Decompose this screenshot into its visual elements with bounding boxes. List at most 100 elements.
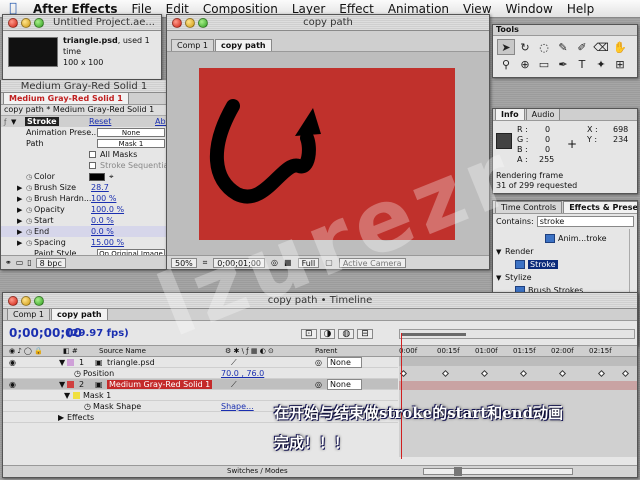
composition-titlebar[interactable]: copy path xyxy=(167,15,489,31)
close-button[interactable] xyxy=(8,295,18,306)
source-name-header[interactable]: Source Name xyxy=(99,347,146,355)
tab-copy-path[interactable]: copy path xyxy=(214,39,272,51)
stopwatch-icon[interactable]: ◷ xyxy=(26,173,32,181)
eye-icon[interactable]: ◉ xyxy=(9,380,16,389)
graph-editor-icon[interactable]: ⊟ xyxy=(357,329,373,339)
snapshot-icon[interactable]: ◎ xyxy=(271,258,278,267)
disclosure-triangle-icon[interactable]: ▼ xyxy=(11,118,16,126)
property-row[interactable]: ◷ Position 70.0 , 76.0 xyxy=(3,368,398,379)
expand-triangle-icon[interactable]: ▶ xyxy=(17,239,22,247)
param-checkbox[interactable] xyxy=(89,151,96,158)
param-value[interactable]: 100 % xyxy=(91,194,116,203)
fx-switch-icon[interactable]: ƒ xyxy=(4,118,6,126)
brush-tool-icon[interactable]: ✎ xyxy=(554,39,572,55)
param-value[interactable]: 0.0 % xyxy=(91,227,114,236)
bpc-button[interactable]: 8 bpc xyxy=(35,257,66,268)
expand-triangle-icon[interactable]: ▶ xyxy=(17,184,22,192)
disclosure-triangle-icon[interactable]: ▼ xyxy=(59,380,65,389)
effect-controls-titlebar[interactable]: Medium Gray-Red Solid 1 xyxy=(1,80,167,93)
axis-mode-icon[interactable]: ⊞ xyxy=(611,56,629,72)
time-ruler[interactable]: 0:00f 00:15f 01:00f 01:15f 02:00f 02:15f xyxy=(399,345,637,357)
minimize-button[interactable] xyxy=(21,295,31,306)
expand-triangle-icon[interactable]: ▶ xyxy=(17,228,22,236)
tab-timeline-comp-1[interactable]: Comp 1 xyxy=(7,308,50,320)
property-value[interactable]: Shape... xyxy=(221,402,254,411)
tab-comp-1[interactable]: Comp 1 xyxy=(171,39,214,51)
zoom-button[interactable] xyxy=(34,17,44,28)
stopwatch-icon[interactable]: ◷ xyxy=(74,369,81,378)
camera-dropdown[interactable]: Active Camera xyxy=(338,257,406,268)
rotate-tool-icon[interactable]: ↻ xyxy=(516,39,534,55)
pen-tool-icon[interactable]: ✒ xyxy=(554,56,572,72)
disclosure-triangle-icon[interactable]: ▼ xyxy=(64,391,70,400)
orbit-camera-icon[interactable]: ◌ xyxy=(535,39,553,55)
property-value[interactable]: 70.0 , 76.0 xyxy=(221,369,264,378)
disclosure-triangle-icon[interactable]: ▼ xyxy=(496,248,501,256)
parent-dropdown[interactable]: None xyxy=(327,379,362,390)
resolution-dropdown[interactable]: Full xyxy=(297,257,320,268)
layer-2-bar[interactable] xyxy=(399,381,637,390)
binoculars-icon[interactable]: ⚭ xyxy=(5,258,12,267)
stopwatch-icon[interactable]: ◷ xyxy=(26,206,32,214)
selection-tool-icon[interactable]: ➤ xyxy=(497,39,515,55)
pan-behind-icon[interactable]: ⊕ xyxy=(516,56,534,72)
param-value[interactable]: 15.00 % xyxy=(91,238,124,247)
tab-effect-controls[interactable]: Medium Gray-Red Solid 1 xyxy=(3,92,129,104)
tab-effects-presets[interactable]: Effects & Presets xyxy=(563,201,637,213)
disclosure-triangle-icon[interactable]: ▼ xyxy=(59,358,65,367)
trash-icon[interactable]: ▯ xyxy=(27,258,31,267)
timeline-zoom-slider[interactable] xyxy=(423,467,573,476)
text-tool-icon[interactable]: T xyxy=(573,56,591,72)
quality-switch-icon[interactable]: ⟋ xyxy=(231,380,237,390)
hand-tool-icon[interactable]: ✋ xyxy=(611,39,629,55)
layer-name[interactable]: Medium Gray-Red Solid 1 xyxy=(107,380,213,389)
disclosure-triangle-icon[interactable]: ▶ xyxy=(58,413,64,422)
layer-1-bar[interactable] xyxy=(399,357,637,366)
stopwatch-icon[interactable]: ◷ xyxy=(26,239,32,247)
tab-timeline-copy-path[interactable]: copy path xyxy=(50,308,108,320)
rectangle-mask-icon[interactable]: ▭ xyxy=(535,56,553,72)
reset-link[interactable]: Reset xyxy=(89,117,111,126)
layer-row[interactable]: ◉ ▼ 2 ▣ Medium Gray-Red Solid 1 ⟋ ◎ None xyxy=(3,379,398,390)
zoom-dropdown[interactable]: 50% xyxy=(171,257,197,268)
eraser-tool-icon[interactable]: ⌫ xyxy=(592,39,610,55)
param-checkbox[interactable] xyxy=(89,162,96,169)
param-dropdown[interactable]: Mask 1 xyxy=(97,139,165,148)
current-time-indicator[interactable] xyxy=(401,333,402,459)
stopwatch-icon[interactable]: ◷ xyxy=(26,184,32,192)
zoom-button[interactable] xyxy=(198,17,208,28)
composition-viewer[interactable] xyxy=(167,52,489,257)
eye-icon[interactable]: ◉ xyxy=(9,358,16,367)
parent-header[interactable]: Parent xyxy=(315,347,337,355)
minimize-button[interactable] xyxy=(21,17,31,28)
tab-info[interactable]: Info xyxy=(495,109,525,120)
zoom-tool-icon[interactable]: ⚲ xyxy=(497,56,515,72)
keyframe[interactable] xyxy=(519,369,528,378)
minimize-button[interactable] xyxy=(185,17,195,28)
timeline-titlebar[interactable]: copy path • Timeline xyxy=(3,293,637,309)
layer-name[interactable]: triangle.psd xyxy=(107,358,155,367)
quality-switch-icon[interactable]: ⟋ xyxy=(231,358,237,368)
expand-triangle-icon[interactable]: ▶ xyxy=(17,195,22,203)
close-button[interactable] xyxy=(172,17,182,28)
param-value[interactable]: 100.0 % xyxy=(91,205,124,214)
zoom-button[interactable] xyxy=(34,295,44,306)
work-area-bar[interactable] xyxy=(399,329,635,339)
color-swatch-button[interactable] xyxy=(89,172,105,181)
tab-audio[interactable]: Audio xyxy=(525,109,561,120)
stopwatch-icon[interactable]: ◷ xyxy=(26,195,32,203)
param-dropdown[interactable]: None xyxy=(97,128,165,137)
pick-whip-icon[interactable]: ◎ xyxy=(315,358,322,367)
search-input[interactable]: stroke xyxy=(536,215,634,227)
puppet-tool-icon[interactable]: ✦ xyxy=(592,56,610,72)
effect-name[interactable]: Stroke xyxy=(25,117,59,126)
layer-row[interactable]: ◉ ▼ 1 ▣ triangle.psd ⟋ ◎ None xyxy=(3,357,398,368)
keyframe[interactable] xyxy=(480,369,489,378)
channel-icon[interactable]: ■ xyxy=(284,258,292,267)
stopwatch-icon[interactable]: ◷ xyxy=(84,402,91,411)
draft-3d-icon[interactable]: ◑ xyxy=(319,329,336,339)
comp-flowchart-icon[interactable]: ⊡ xyxy=(301,329,317,339)
disclosure-triangle-icon[interactable]: ▼ xyxy=(496,274,501,282)
region-icon[interactable]: ▢ xyxy=(325,258,333,267)
close-button[interactable] xyxy=(8,17,18,28)
